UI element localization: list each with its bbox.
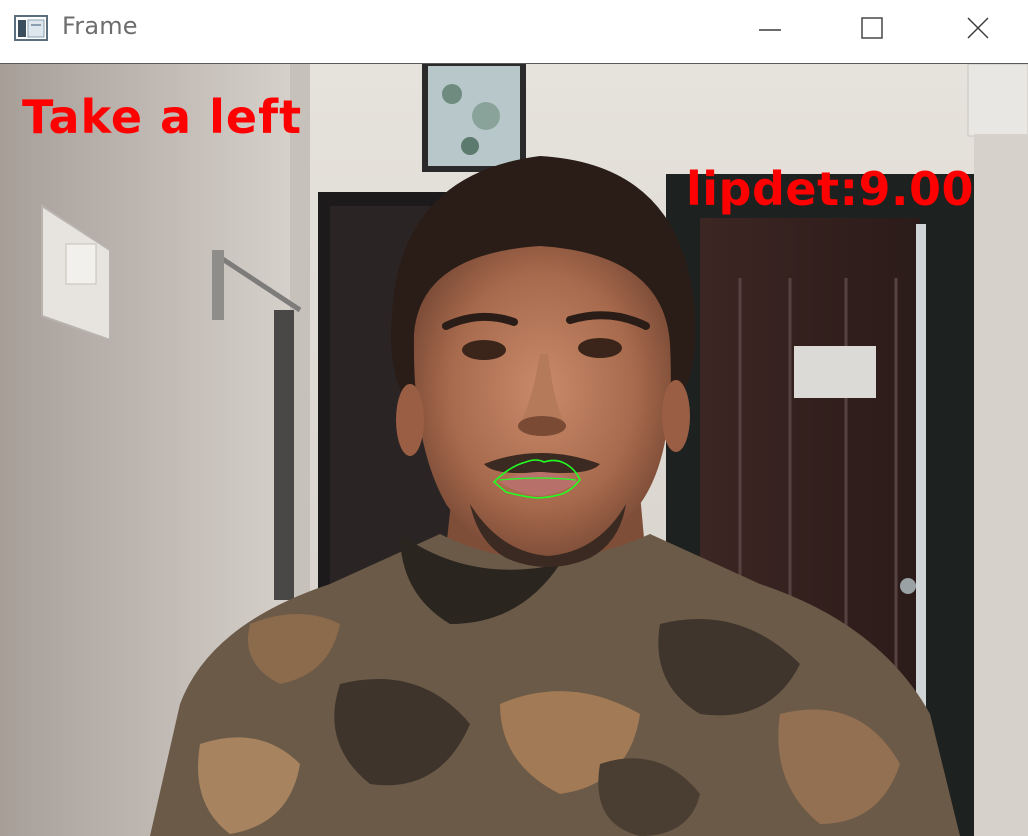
minimize-icon — [758, 16, 782, 40]
app-window-icon — [14, 15, 48, 41]
frame-window: Frame Take a left lipdet:9.00 — [0, 0, 1028, 836]
minimize-button[interactable] — [724, 0, 816, 56]
window-title: Frame — [62, 12, 138, 40]
direction-instruction: Take a left — [22, 90, 303, 144]
lip-detection-score: lipdet:9.00 — [686, 162, 974, 216]
door-sign — [794, 346, 876, 398]
close-button[interactable] — [932, 0, 1024, 56]
title-bar[interactable]: Frame — [0, 0, 1028, 64]
maximize-icon — [860, 16, 884, 40]
video-frame: Take a left lipdet:9.00 — [0, 64, 1028, 836]
close-icon — [966, 16, 990, 40]
maximize-button[interactable] — [826, 0, 918, 56]
